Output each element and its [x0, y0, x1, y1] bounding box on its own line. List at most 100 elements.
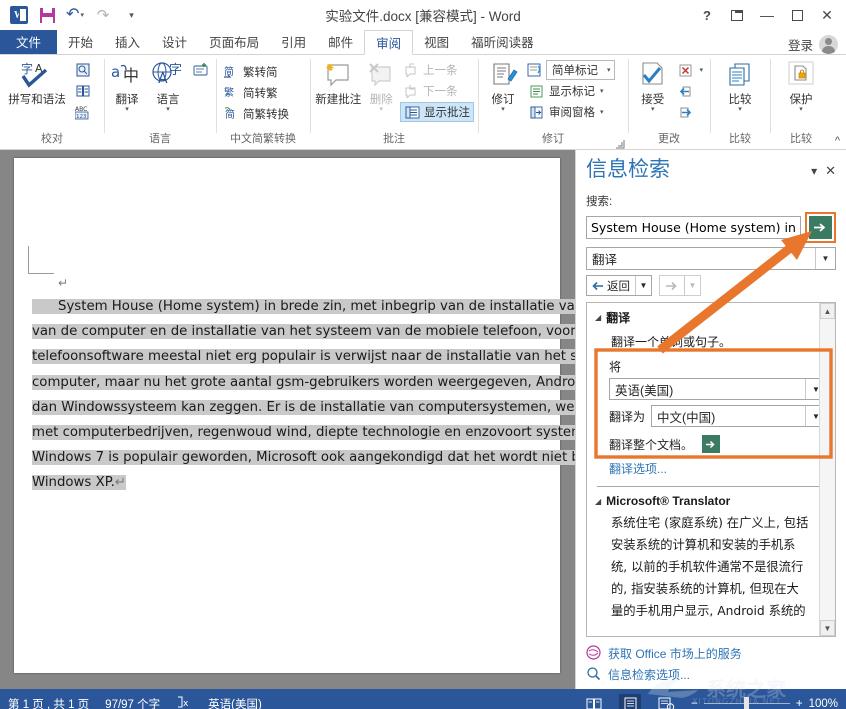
- next-comment-button[interactable]: 下一条: [400, 81, 474, 101]
- ribbon-display-options-icon[interactable]: [722, 2, 752, 28]
- thesaurus-button[interactable]: [72, 60, 94, 80]
- zoom-out-button[interactable]: −: [691, 698, 698, 709]
- back-button[interactable]: 返回: [587, 278, 635, 294]
- show-markup-icon: [529, 83, 545, 99]
- tab-mailings[interactable]: 邮件: [317, 30, 364, 54]
- research-results[interactable]: ◢ 翻译 翻译一个单词或句子。 将 英语(美国) ▼ 翻译为 中文(中国) ▼: [586, 302, 836, 637]
- scroll-up-icon[interactable]: ▲: [820, 303, 835, 319]
- sign-in-label[interactable]: 登录: [788, 35, 813, 54]
- search-input[interactable]: System House (Home system) in br: [586, 216, 801, 239]
- document-text[interactable]: System House (Home system) in brede zin,…: [32, 294, 575, 496]
- scroll-down-icon[interactable]: ▼: [820, 620, 835, 636]
- show-comments-button[interactable]: 显示批注: [400, 102, 474, 122]
- previous-change-button[interactable]: [675, 81, 706, 101]
- document-area[interactable]: ↵ System House (Home system) in brede zi…: [0, 150, 575, 689]
- delete-comment-button[interactable]: 删除 ▾: [364, 58, 398, 115]
- word-count[interactable]: 97/97 个字: [105, 696, 160, 709]
- translation-options-link[interactable]: 翻译选项...: [609, 460, 667, 477]
- pane-options-icon[interactable]: ▾: [811, 164, 817, 178]
- word-count-button[interactable]: ABC123: [72, 102, 94, 122]
- forward-dropdown-icon[interactable]: ▼: [684, 276, 700, 295]
- translation-section-header[interactable]: ◢ 翻译: [595, 309, 827, 326]
- tab-view[interactable]: 视图: [413, 30, 460, 54]
- language-extra-button[interactable]: [190, 60, 212, 80]
- tab-references[interactable]: 引用: [270, 30, 317, 54]
- tracking-dialog-launcher[interactable]: [616, 138, 625, 147]
- language-button[interactable]: A 字 语言 ▾: [148, 58, 188, 115]
- forward-button-group[interactable]: ▼: [659, 275, 701, 296]
- markup-display-dropdown[interactable]: 简单标记 ▾: [546, 60, 615, 80]
- reviewing-pane-button[interactable]: 审阅窗格 ▾: [526, 102, 615, 122]
- collapse-triangle-icon[interactable]: ◢: [595, 497, 601, 506]
- paragraph-end-mark: ↵: [115, 475, 126, 490]
- office-store-link[interactable]: 获取 Office 市场上的服务: [586, 643, 836, 664]
- maximize-icon[interactable]: [782, 2, 812, 28]
- help-icon[interactable]: ?: [692, 2, 722, 28]
- proofing-errors-icon[interactable]: x: [176, 695, 192, 709]
- service-dropdown[interactable]: 翻译 ▼: [586, 247, 836, 270]
- tab-insert[interactable]: 插入: [104, 30, 151, 54]
- research-options-label: 信息检索选项...: [608, 666, 690, 683]
- results-scrollbar[interactable]: ▲ ▼: [819, 303, 835, 636]
- spelling-grammar-label: 拼写和语法: [8, 94, 66, 107]
- accept-button[interactable]: 接受 ▾: [632, 58, 673, 115]
- read-mode-button[interactable]: [583, 694, 605, 709]
- translator-section-header[interactable]: ◢ Microsoft® Translator: [595, 494, 827, 508]
- language-status[interactable]: 英语(美国): [208, 696, 262, 709]
- tab-file[interactable]: 文件: [0, 30, 57, 54]
- document-page[interactable]: ↵ System House (Home system) in brede zi…: [14, 158, 560, 673]
- show-markup-button[interactable]: 显示标记 ▾: [526, 81, 615, 101]
- back-button-group[interactable]: 返回 ▼: [586, 275, 652, 296]
- protect-button[interactable]: 保护 ▾: [778, 58, 824, 115]
- page-info[interactable]: 第 1 页 , 共 1 页: [8, 696, 89, 709]
- new-comment-button[interactable]: 新建批注: [314, 58, 362, 109]
- from-language-dropdown[interactable]: 英语(美国) ▼: [609, 378, 827, 400]
- track-changes-button[interactable]: 修订 ▾: [482, 58, 524, 115]
- compare-button[interactable]: 比较 ▾: [717, 58, 763, 115]
- close-icon[interactable]: ✕: [825, 163, 836, 179]
- collapse-ribbon-button[interactable]: ^: [835, 135, 840, 147]
- to-language-dropdown[interactable]: 中文(中国) ▼: [651, 405, 827, 427]
- redo-icon[interactable]: ↷: [90, 3, 116, 27]
- zoom-level[interactable]: 100%: [809, 698, 838, 709]
- back-label: 返回: [607, 278, 630, 294]
- close-icon[interactable]: ✕: [812, 2, 842, 28]
- tab-home[interactable]: 开始: [57, 30, 104, 54]
- search-row: System House (Home system) in br: [586, 212, 836, 243]
- forward-button[interactable]: [660, 281, 684, 291]
- simp-to-trad-button[interactable]: 繁 简转繁: [220, 83, 292, 103]
- undo-icon[interactable]: ↶▾: [62, 3, 88, 27]
- save-icon[interactable]: [34, 3, 60, 27]
- print-layout-button[interactable]: [619, 694, 641, 709]
- previous-comment-button[interactable]: 上一条: [400, 60, 474, 80]
- tab-design[interactable]: 设计: [151, 30, 198, 54]
- tab-page-layout[interactable]: 页面布局: [198, 30, 270, 54]
- zoom-in-button[interactable]: +: [796, 698, 803, 709]
- translate-button[interactable]: a 中 翻译 ▾: [108, 58, 146, 115]
- avatar[interactable]: [819, 35, 838, 54]
- next-change-button[interactable]: [675, 102, 706, 122]
- customize-qat-icon[interactable]: ▾: [118, 3, 144, 27]
- service-value: 翻译: [592, 249, 815, 268]
- simp-trad-convert-button[interactable]: 简 简繁转换: [220, 104, 292, 124]
- translate-document-button[interactable]: [702, 435, 720, 453]
- back-dropdown-icon[interactable]: ▼: [635, 276, 651, 295]
- minimize-icon[interactable]: —: [752, 2, 782, 28]
- define-icon: [75, 83, 91, 99]
- tab-review[interactable]: 审阅: [364, 30, 413, 55]
- word-count-icon: ABC123: [75, 104, 91, 120]
- research-options-link[interactable]: 信息检索选项...: [586, 664, 836, 685]
- zoom-slider[interactable]: [704, 694, 790, 709]
- chevron-down-icon[interactable]: ▼: [815, 248, 835, 269]
- collapse-triangle-icon[interactable]: ◢: [595, 313, 601, 322]
- define-button[interactable]: [72, 81, 94, 101]
- zoom-slider-thumb[interactable]: [744, 697, 749, 709]
- word-logo-icon[interactable]: [6, 3, 32, 27]
- start-search-button[interactable]: [809, 216, 832, 239]
- spelling-grammar-button[interactable]: 字 A 拼写和语法: [4, 58, 70, 109]
- reject-button[interactable]: ▾: [675, 60, 706, 80]
- translation-section-subtitle: 翻译一个单词或句子。: [611, 333, 827, 350]
- tab-foxit-reader[interactable]: 福昕阅读器: [460, 30, 545, 54]
- trad-to-simp-button[interactable]: 简 繁转简: [220, 62, 292, 82]
- web-layout-button[interactable]: [655, 694, 677, 709]
